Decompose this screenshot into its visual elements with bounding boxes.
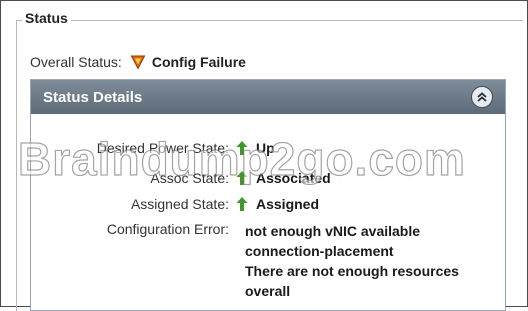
arrow-up-icon (236, 197, 248, 211)
configuration-error-line: There are not enough resources (245, 263, 459, 279)
warning-triangle-icon (130, 54, 146, 70)
status-details-header[interactable]: Status Details (31, 80, 505, 114)
assoc-state-label: Assoc State: (150, 170, 229, 186)
arrow-up-icon (236, 141, 248, 155)
status-details-panel: Status Details Desired Power State: Up A… (30, 79, 506, 311)
overall-status: Overall Status: Config Failure (30, 54, 246, 70)
collapse-button[interactable] (471, 86, 493, 108)
assoc-state-value-wrap: Associated (236, 170, 331, 186)
assigned-state-label: Assigned State: (130, 196, 229, 212)
chevron-double-up-icon (477, 92, 487, 102)
configuration-error-label: Configuration Error: (106, 221, 229, 237)
desired-power-state-value: Up (256, 140, 275, 156)
overall-status-label: Overall Status: (30, 54, 122, 70)
assigned-state-value-wrap: Assigned (236, 196, 319, 212)
status-details-title: Status Details (43, 88, 143, 106)
configuration-error-value: not enough vNIC available connection-pla… (245, 221, 495, 301)
desired-power-state-label: Desired Power State: (96, 140, 229, 156)
overall-status-value: Config Failure (151, 54, 246, 70)
desired-power-state-value-wrap: Up (236, 140, 275, 156)
configuration-error-line: overall (245, 283, 291, 299)
arrow-up-icon (236, 171, 248, 185)
assigned-state-value: Assigned (256, 196, 320, 212)
configuration-error-line: not enough vNIC available (245, 223, 421, 239)
status-group-title: Status (22, 10, 71, 26)
assoc-state-value: Associated (256, 170, 331, 186)
configuration-error-line: connection-placement (245, 243, 394, 259)
